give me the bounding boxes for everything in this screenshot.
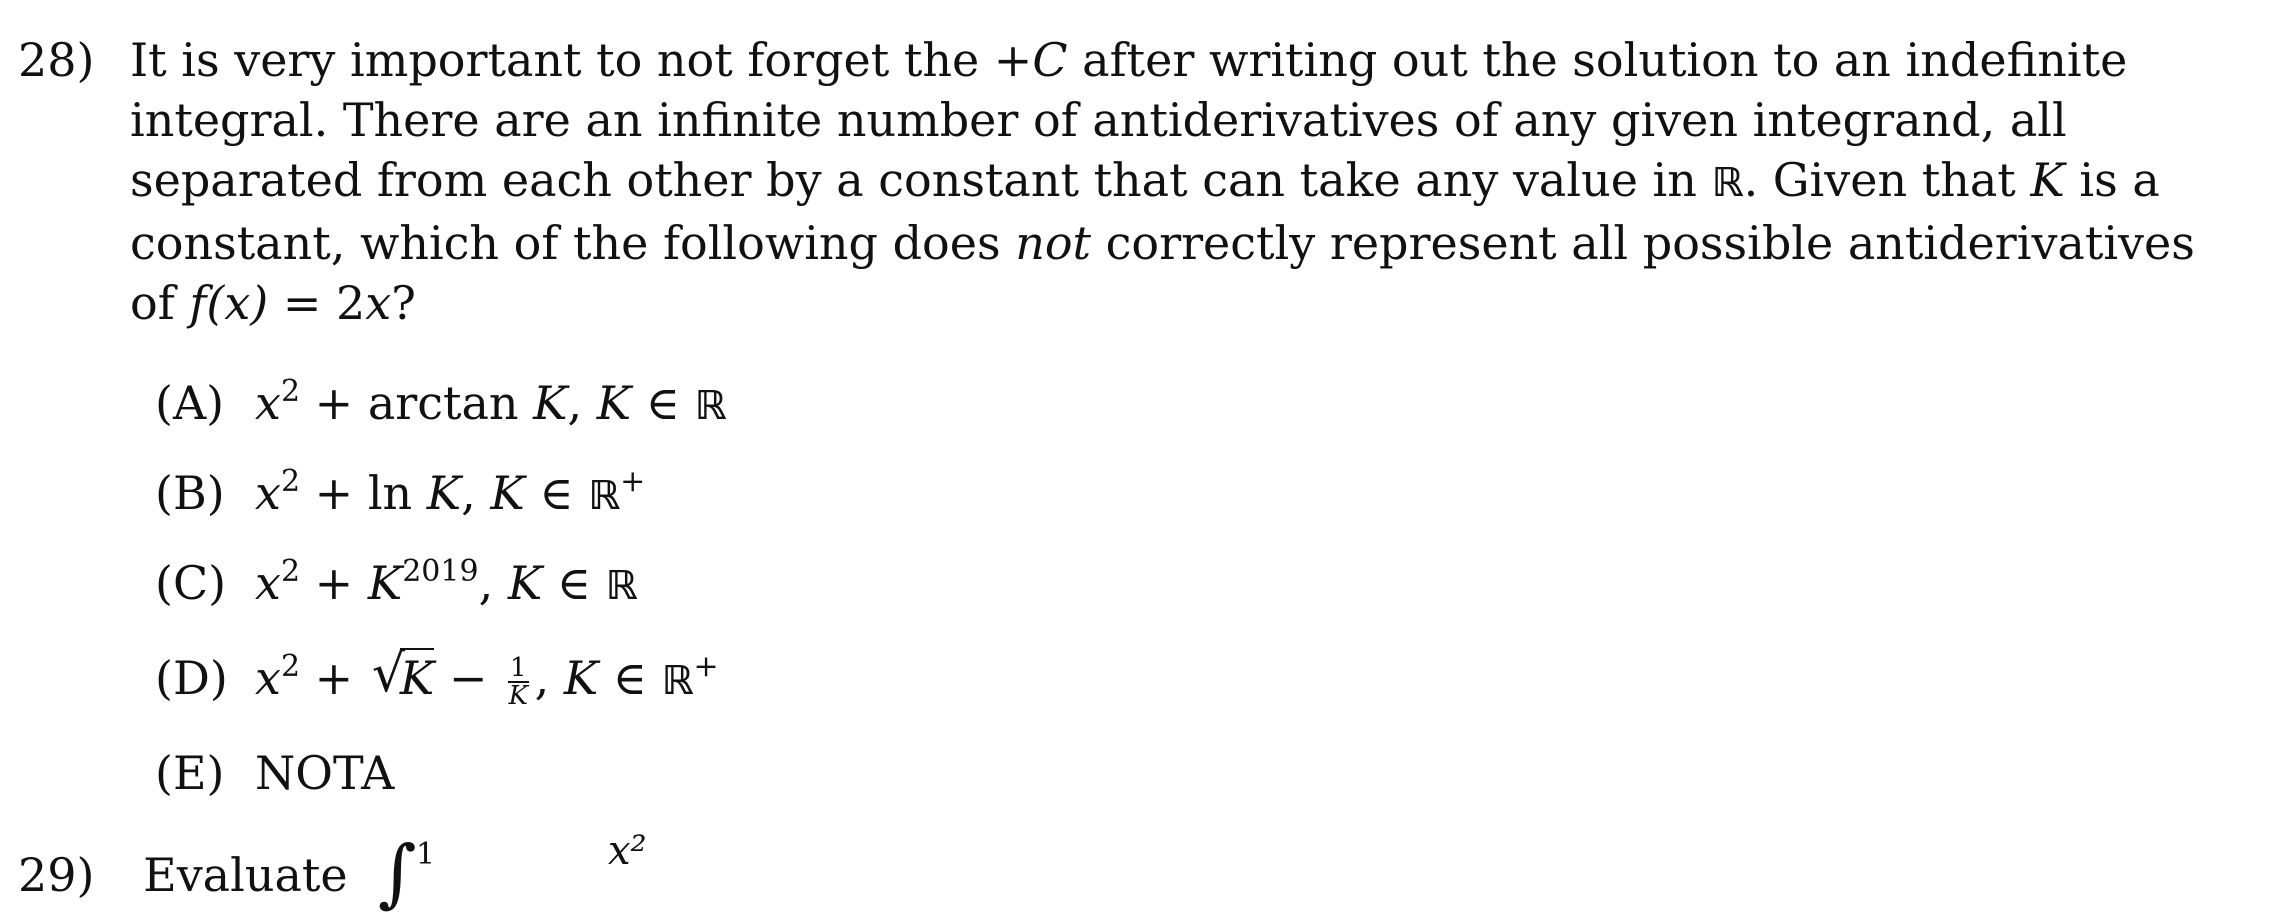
text-segment: after writing out the solution to an ind… xyxy=(1067,33,2128,87)
option-e-text: NOTA xyxy=(255,746,395,800)
option-b-expression: x2 + ln K, K ∈ ℝ+ xyxy=(255,464,646,520)
question-text: It is very important to not forget the +… xyxy=(130,30,2195,333)
text-segment: It is very important to not forget the + xyxy=(130,33,1033,87)
emphasis-not: not xyxy=(1015,216,1091,270)
question-line-4: constant, which of the following does no… xyxy=(130,213,2195,273)
option-d-expression: x2 + √ K − 1K, K ∈ ℝ+ xyxy=(255,644,719,711)
option-label: (B) xyxy=(155,466,225,520)
variable-k: K xyxy=(2030,153,2065,207)
option-label: (E) xyxy=(155,746,225,800)
option-b[interactable]: (B) x2 + ln K, K ∈ ℝ+ xyxy=(155,458,645,528)
text-segment: separated from each other by a constant … xyxy=(130,153,1712,207)
constant-c: C xyxy=(1032,33,1068,87)
text-segment: = 2 xyxy=(268,276,366,330)
next-question-start: Evaluate xyxy=(143,848,348,902)
integral-upper-limit: 1 xyxy=(416,837,436,872)
integral-sign: ∫ xyxy=(378,830,417,916)
option-c[interactable]: (C) x2 + K2019, K ∈ ℝ xyxy=(155,548,638,618)
question-line-2: integral. There are an infinite number o… xyxy=(130,93,2067,147)
next-question-partial: 29) Evaluate ∫ 1 x² xyxy=(18,828,647,910)
text-segment: is a xyxy=(2064,153,2160,207)
option-d[interactable]: (D) x2 + √ K − 1K, K ∈ ℝ+ xyxy=(155,643,719,713)
text-segment: ? xyxy=(391,276,416,330)
question-line-3: separated from each other by a constant … xyxy=(130,150,2160,213)
document-page: 28) It is very important to not forget t… xyxy=(0,0,2294,910)
text-segment: . Given that xyxy=(1743,153,2031,207)
next-question-number: 29) xyxy=(18,848,95,902)
text-segment: constant, which of the following does xyxy=(130,216,1016,270)
function-f: f(x) xyxy=(189,276,269,330)
question-number: 28) xyxy=(18,33,95,87)
option-label: (C) xyxy=(155,556,227,610)
question-line-5: of f(x) = 2x? xyxy=(130,273,2005,333)
question-line-1: It is very important to not forget the +… xyxy=(130,30,2127,90)
text-segment: of xyxy=(130,276,190,330)
square-root: √ K xyxy=(371,644,435,705)
fraction-numerator: x² xyxy=(608,828,647,874)
option-e[interactable]: (E) NOTA xyxy=(155,738,394,808)
option-label: (A) xyxy=(155,376,225,430)
option-a[interactable]: (A) x2 + arctan K, K ∈ ℝ xyxy=(155,368,727,438)
variable-x: x xyxy=(365,276,392,330)
text-segment: correctly represent all possible antider… xyxy=(1091,216,2195,270)
option-a-expression: x2 + arctan K, K ∈ ℝ xyxy=(255,374,727,430)
option-c-expression: x2 + K2019, K ∈ ℝ xyxy=(255,554,638,610)
option-label: (D) xyxy=(155,651,228,705)
reals-symbol: ℝ xyxy=(1711,160,1744,206)
fraction-one-over-k: 1K xyxy=(508,653,529,711)
